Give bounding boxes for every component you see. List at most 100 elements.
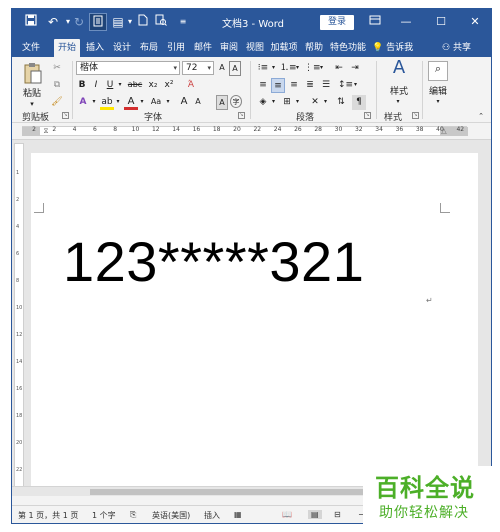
- find-icon[interactable]: ⌕: [428, 61, 448, 81]
- shading-icon[interactable]: ◈: [256, 95, 270, 110]
- show-marks-icon[interactable]: ¶: [352, 95, 366, 110]
- align-center-icon[interactable]: ≡: [271, 78, 285, 93]
- grow-font-button[interactable]: A: [178, 95, 190, 110]
- print-layout-view-icon[interactable]: ▤: [308, 510, 322, 519]
- chevron-down-icon[interactable]: ▾: [432, 95, 444, 110]
- tab-help[interactable]: 帮助: [301, 39, 327, 57]
- sort-icon[interactable]: ⇅: [334, 95, 348, 110]
- clipboard-launcher-icon[interactable]: ↘: [62, 112, 69, 119]
- chevron-down-icon[interactable]: ▾: [392, 95, 404, 110]
- cut-icon[interactable]: ✂: [50, 61, 64, 76]
- subscript-button[interactable]: x₂: [146, 78, 160, 93]
- chevron-down-icon[interactable]: ▾: [318, 61, 325, 76]
- chevron-down-icon[interactable]: ▾: [270, 61, 277, 76]
- tab-mailings[interactable]: 邮件: [190, 39, 216, 57]
- tell-me[interactable]: 💡 告诉我: [372, 40, 413, 53]
- underline-button[interactable]: U: [104, 78, 116, 93]
- chevron-down-icon[interactable]: ▾: [294, 95, 301, 110]
- tab-home[interactable]: 开始: [54, 39, 80, 57]
- new-doc-icon[interactable]: [134, 13, 152, 31]
- minimize-button[interactable]: —: [395, 12, 417, 32]
- paste-icon[interactable]: [20, 61, 46, 87]
- tab-layout[interactable]: 布局: [136, 39, 162, 57]
- page-count[interactable]: 第 1 页，共 1 页: [18, 510, 78, 521]
- numbering-icon[interactable]: ⒈≡: [280, 61, 297, 76]
- tab-view[interactable]: 视图: [242, 39, 268, 57]
- accessibility-icon[interactable]: ▦: [234, 510, 242, 519]
- chevron-down-icon[interactable]: ▾: [294, 61, 301, 76]
- insert-mode[interactable]: 插入: [204, 510, 220, 521]
- share-button[interactable]: ⚇ 共享: [442, 40, 471, 53]
- chevron-down-icon[interactable]: ▾: [90, 95, 98, 110]
- web-layout-view-icon[interactable]: ⊟: [334, 510, 341, 519]
- ribbon-tabs: 文件 开始 插入 设计 布局 引用 邮件 审阅 视图 加载项 帮助 特色功能 💡…: [12, 36, 491, 57]
- chevron-down-icon[interactable]: ▾: [322, 95, 329, 110]
- character-shading-icon[interactable]: A: [216, 95, 228, 110]
- close-button[interactable]: ✕: [464, 12, 486, 32]
- document-page[interactable]: 123*****321 ↵: [31, 153, 478, 494]
- underline-dropdown-icon[interactable]: ▾: [116, 78, 124, 93]
- distribute-icon[interactable]: ☰: [319, 78, 333, 93]
- align-left-icon[interactable]: ≡: [256, 78, 270, 93]
- shrink-font-button[interactable]: A: [192, 95, 204, 110]
- proofing-icon[interactable]: ⎘: [130, 510, 136, 520]
- increase-indent-icon[interactable]: ⇥: [348, 61, 362, 76]
- scrollbar-thumb[interactable]: [90, 489, 390, 495]
- enclose-char-icon[interactable]: 字: [230, 95, 242, 108]
- bullets-icon[interactable]: ⁝≡: [256, 61, 270, 76]
- redo-icon[interactable]: ↻: [70, 13, 88, 31]
- italic-button[interactable]: I: [90, 78, 102, 93]
- language[interactable]: 英语(美国): [152, 510, 190, 521]
- align-right-icon[interactable]: ≡: [287, 78, 301, 93]
- font-size-combo[interactable]: 72 ▾: [182, 61, 214, 75]
- tab-review[interactable]: 审阅: [216, 39, 242, 57]
- text-effects-icon[interactable]: Ά: [184, 78, 198, 93]
- styles-launcher-icon[interactable]: ↘: [412, 112, 419, 119]
- chevron-down-icon[interactable]: ▾: [164, 95, 172, 110]
- ruler-number: 30: [334, 126, 343, 133]
- multilevel-list-icon[interactable]: ⋮≡: [304, 61, 321, 76]
- chevron-down-icon[interactable]: ▾: [114, 95, 122, 110]
- font-name-combo[interactable]: 楷体 ▾: [76, 61, 180, 75]
- change-case-button[interactable]: Aa: [148, 95, 164, 110]
- bold-button[interactable]: B: [76, 78, 88, 93]
- chevron-down-icon[interactable]: ▾: [138, 95, 146, 110]
- superscript-button[interactable]: x²: [162, 78, 176, 93]
- tab-file[interactable]: 文件: [18, 39, 44, 57]
- login-button[interactable]: 登录: [320, 15, 354, 30]
- highlight-icon[interactable]: ab: [100, 95, 114, 110]
- styles-icon[interactable]: A: [388, 59, 410, 83]
- grow-font-icon[interactable]: A: [216, 61, 228, 76]
- font-launcher-icon[interactable]: ↘: [238, 112, 245, 119]
- chevron-down-icon[interactable]: ▾: [270, 95, 277, 110]
- tab-references[interactable]: 引用: [163, 39, 189, 57]
- tab-features[interactable]: 特色功能: [328, 39, 368, 57]
- collapse-ribbon-icon[interactable]: ⌃: [476, 109, 486, 124]
- chinese-layout-icon[interactable]: ✕: [308, 95, 322, 110]
- text-effect-icon[interactable]: A: [76, 95, 90, 110]
- format-painter-icon[interactable]: 🖌: [50, 95, 64, 110]
- print-preview-icon[interactable]: [152, 13, 170, 31]
- chevron-down-icon[interactable]: ▾: [352, 78, 359, 93]
- line-spacing-icon[interactable]: ↕≡: [338, 78, 353, 93]
- tab-addins[interactable]: 加载项: [268, 39, 300, 57]
- word-count[interactable]: 1 个字: [92, 510, 116, 521]
- customize-qat-icon[interactable]: ≡: [174, 13, 192, 31]
- strikethrough-button[interactable]: abc: [126, 78, 144, 93]
- paragraph-launcher-icon[interactable]: ↘: [364, 112, 371, 119]
- tab-insert[interactable]: 插入: [82, 39, 108, 57]
- ribbon-display-icon[interactable]: [364, 12, 386, 32]
- borders-icon[interactable]: ⊞: [280, 95, 294, 110]
- tab-design[interactable]: 设计: [109, 39, 135, 57]
- font-color-icon[interactable]: A: [124, 95, 138, 110]
- read-mode-icon[interactable]: [89, 13, 107, 31]
- justify-icon[interactable]: ≣: [303, 78, 317, 93]
- copy-icon[interactable]: ⧉: [50, 78, 64, 93]
- clear-format-icon[interactable]: A: [229, 61, 241, 76]
- decrease-indent-icon[interactable]: ⇤: [332, 61, 346, 76]
- save-icon[interactable]: [22, 13, 40, 31]
- document-text[interactable]: 123*****321: [63, 229, 364, 294]
- read-mode-view-icon[interactable]: 📖: [282, 510, 292, 519]
- restore-button[interactable]: ☐: [430, 12, 452, 32]
- vruler-number: 20: [16, 440, 23, 446]
